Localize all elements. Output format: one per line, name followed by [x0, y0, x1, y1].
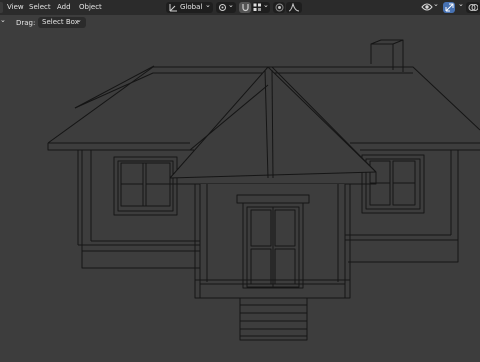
- proportional-edit-icon: [275, 3, 284, 12]
- menu-view[interactable]: View: [7, 2, 24, 13]
- chevron-down-icon[interactable]: ⌄: [458, 0, 464, 8]
- pivot-point-dropdown[interactable]: ⌄: [216, 1, 236, 13]
- chevron-down-icon: ⌄: [433, 0, 439, 8]
- drag-select-value: Select Box: [42, 18, 79, 26]
- tool-settings-bar: ⌄ Drag: Select Box ⌄: [0, 16, 115, 30]
- viewport-header: View Select Add Object Global ⌄ ⌄ ⌄ ⌄ ⌄: [0, 0, 480, 15]
- 3d-viewport[interactable]: [0, 31, 480, 360]
- visibility-icon: [421, 3, 433, 11]
- menu-add[interactable]: Add: [57, 2, 71, 13]
- menu-select[interactable]: Select: [29, 2, 51, 13]
- orientation-label: Global: [180, 3, 203, 11]
- snap-icon: [242, 4, 249, 12]
- front-gable-roof: [169, 66, 377, 185]
- chevron-down-icon[interactable]: ⌄: [0, 16, 6, 24]
- front-porch: [194, 184, 351, 341]
- snap-element-dropdown[interactable]: ⌄: [252, 1, 270, 13]
- transform-orientation-icon: [169, 4, 177, 12]
- overlay-toggle[interactable]: [466, 2, 480, 13]
- overlay-icon: [468, 4, 478, 11]
- visibility-dropdown[interactable]: ⌄: [420, 0, 440, 13]
- gizmo-icon: [445, 3, 454, 12]
- menu-object[interactable]: Object: [79, 2, 102, 13]
- chevron-down-icon: ⌄: [76, 16, 82, 24]
- drag-select-dropdown[interactable]: Select Box ⌄: [38, 16, 86, 28]
- chevron-down-icon: ⌄: [263, 1, 269, 9]
- pivot-icon: [219, 4, 226, 11]
- proportional-edit-toggle[interactable]: [273, 2, 285, 13]
- chevron-down-icon: ⌄: [228, 1, 234, 9]
- mode-dropdown-edge[interactable]: [0, 2, 3, 13]
- proportional-falloff-dropdown[interactable]: [286, 2, 302, 13]
- transform-orientation-dropdown[interactable]: Global ⌄: [166, 1, 213, 13]
- falloff-icon: [288, 3, 300, 12]
- drag-label: Drag:: [16, 19, 36, 27]
- house-wireframe-model[interactable]: [0, 31, 480, 360]
- gizmo-toggle[interactable]: [443, 2, 455, 13]
- snap-toggle[interactable]: [239, 2, 251, 13]
- snap-increment-icon: [253, 3, 261, 11]
- chevron-down-icon: ⌄: [205, 1, 211, 9]
